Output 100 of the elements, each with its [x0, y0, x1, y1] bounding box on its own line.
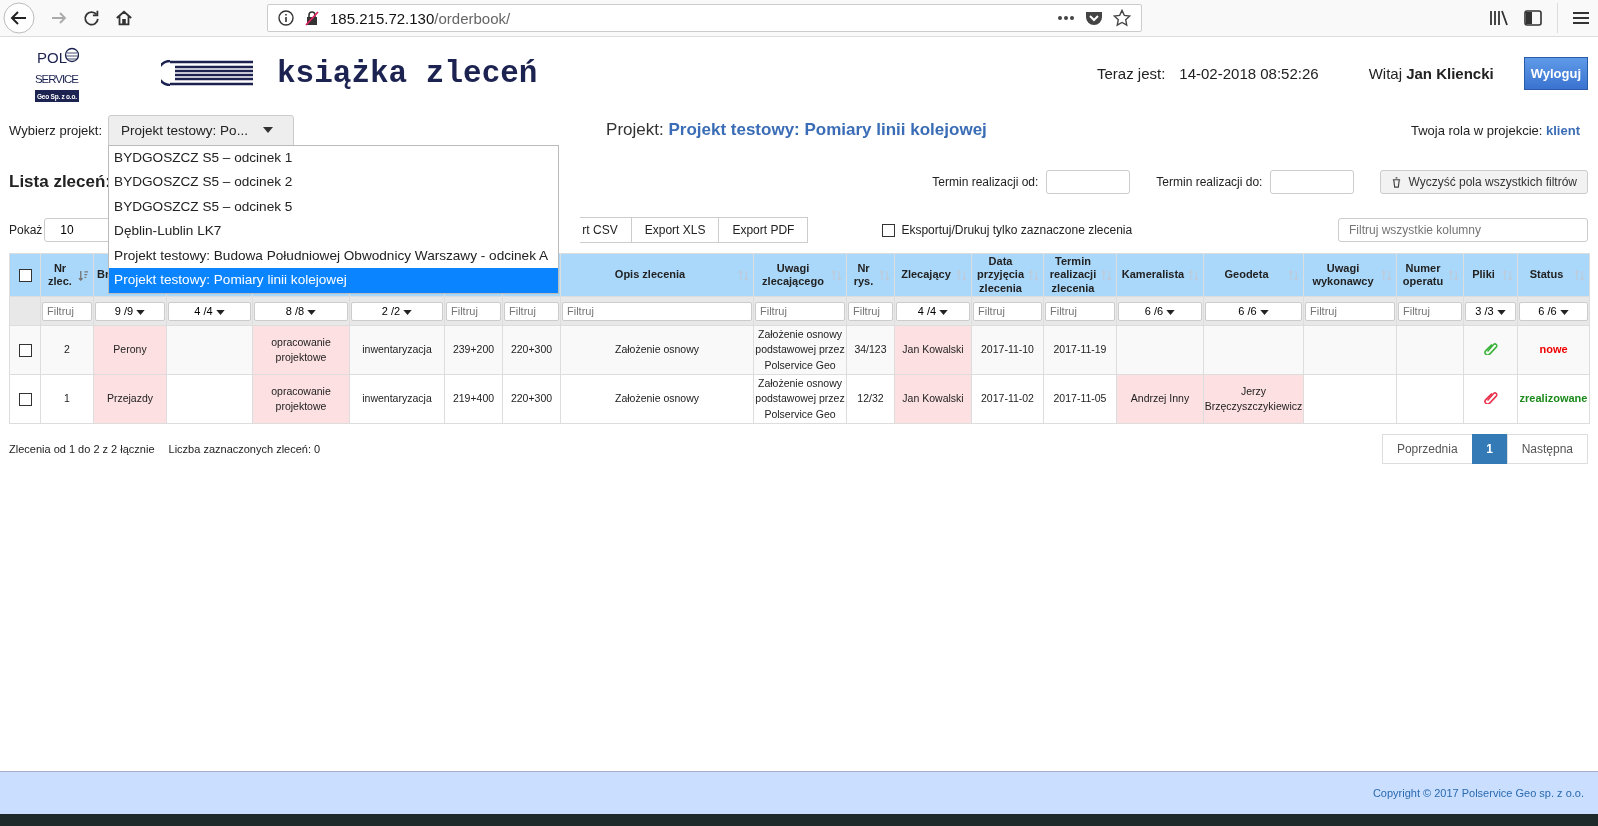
column-filter-select[interactable]: 6 /6	[1118, 301, 1202, 321]
table-cell: Andrzej Inny	[1116, 374, 1204, 424]
sidebar-icon[interactable]	[1523, 9, 1543, 27]
project-title: Projekt: Projekt testowy: Pomiary linii kolejowej	[606, 120, 987, 140]
table-cell: inwentaryzacja	[349, 374, 445, 424]
column-filter-select[interactable]: 6 /6	[1519, 301, 1588, 321]
table-cell: 12/32	[846, 374, 895, 424]
caret-icon	[136, 310, 146, 315]
table-cell: opracowanie projektowe	[252, 325, 350, 375]
caret-icon	[307, 310, 317, 315]
menu-icon[interactable]	[1572, 10, 1590, 26]
column-filter-field[interactable]: Filtruj	[562, 301, 752, 321]
column-header[interactable]: Opis zlecenia	[560, 253, 754, 297]
export-selected-checkbox[interactable]	[882, 223, 896, 237]
url-text: 185.215.72.130/orderbook/	[330, 9, 511, 27]
project-option[interactable]: Projekt testowy: Budowa Południowej Obwodnicy Warszawy - odcinek A	[109, 243, 559, 268]
sort-desc-icon[interactable]	[78, 269, 89, 281]
column-header[interactable]: Nr rys.	[846, 253, 895, 297]
table-cell: 219+400	[444, 374, 503, 424]
table-cell: 1	[40, 374, 94, 424]
app-title: książka zleceń	[277, 55, 538, 91]
column-filter-field[interactable]: Filtruj	[848, 301, 893, 321]
export-button[interactable]: rt CSV	[580, 217, 632, 243]
column-filter-field[interactable]: Filtruj	[755, 301, 845, 321]
table-cell: Jerzy Brzęczyszczykiewicz	[1203, 374, 1304, 424]
table-cell: 2	[40, 325, 94, 375]
column-header[interactable]: Zlecający	[894, 253, 972, 297]
column-filter-select[interactable]: 2 /2	[351, 301, 443, 321]
address-bar[interactable]: 185.215.72.130/orderbook/	[267, 4, 1142, 32]
project-select[interactable]: Projekt testowy: Po...	[108, 114, 295, 146]
table-cell: 2017-11-19	[1043, 325, 1117, 375]
column-header[interactable]: Geodeta	[1203, 253, 1304, 297]
column-filter-field[interactable]: Filtruj	[42, 301, 92, 321]
project-option[interactable]: BYDGOSZCZ S5 – odcinek 5	[109, 194, 559, 219]
date-filter-label: Termin realizacji do:	[1156, 175, 1263, 189]
project-option[interactable]: BYDGOSZCZ S5 – odcinek 1	[109, 145, 559, 170]
column-header[interactable]: Uwagi wykonawcy	[1303, 253, 1397, 297]
library-icon[interactable]	[1489, 9, 1509, 27]
select-all-checkbox[interactable]	[18, 268, 32, 282]
info-icon[interactable]	[278, 10, 294, 26]
table-cell: Założenie osnowy podstawowej przez Polservice Geo	[753, 325, 847, 375]
column-header[interactable]: Pliki	[1463, 253, 1518, 297]
back-icon[interactable]	[3, 2, 35, 34]
insecure-lock-icon[interactable]	[304, 10, 320, 26]
column-filter-field[interactable]: Filtruj	[504, 301, 559, 321]
page-length-label: Pokaż	[9, 223, 43, 237]
column-filter-select[interactable]: 6 /6	[1205, 301, 1302, 321]
column-filter-select[interactable]: 8 /8	[254, 301, 348, 321]
column-filter-select[interactable]: 4 /4	[168, 301, 251, 321]
column-filter-select[interactable]: 4 /4	[896, 301, 970, 321]
column-filter-select[interactable]: 3 /3	[1465, 301, 1516, 321]
column-filter-field[interactable]: Filtruj	[446, 301, 501, 321]
export-selected-label: Eksportuj/Drukuj tylko zaznaczone zlecenia	[901, 223, 1133, 237]
row-checkbox[interactable]	[18, 344, 32, 358]
export-button[interactable]: Export XLS	[630, 217, 720, 243]
column-filter-select[interactable]: 9 /9	[95, 301, 165, 321]
star-icon[interactable]	[1113, 9, 1131, 27]
welcome-text: Witaj Jan Kliencki	[1368, 64, 1494, 82]
column-header[interactable]: Uwagi zlecającego	[753, 253, 847, 297]
table-cell: 2017-11-10	[971, 325, 1044, 375]
logout-button[interactable]: Wyloguj	[1523, 56, 1588, 90]
export-button[interactable]: Export PDF	[718, 217, 809, 243]
pocket-icon[interactable]	[1085, 10, 1103, 26]
date-field[interactable]	[1270, 170, 1355, 194]
table-cell: Założenie osnowy podstawowej przez Polservice Geo	[753, 374, 847, 424]
column-filter-field[interactable]: Filtruj	[1305, 301, 1395, 321]
table-cell: nowe	[1517, 325, 1590, 375]
paperclip-icon[interactable]	[1483, 389, 1498, 404]
column-header[interactable]: Numer operatu	[1396, 253, 1464, 297]
table-cell: Założenie osnowy	[560, 325, 754, 375]
project-role: Twoja rola w projekcie: klient	[1410, 122, 1580, 138]
caret-icon	[403, 310, 413, 315]
date-field[interactable]	[1046, 170, 1131, 194]
column-header[interactable]: Nr zlec.	[40, 253, 94, 297]
date-filter-label: Termin realizacji od:	[932, 175, 1039, 189]
more-icon[interactable]	[1057, 15, 1075, 21]
book-icon	[161, 60, 253, 86]
column-filter-field[interactable]: Filtruj	[1045, 301, 1115, 321]
column-header[interactable]: Kameralista	[1116, 253, 1204, 297]
table-cell: 34/123	[846, 325, 895, 375]
column-header[interactable]: Status	[1517, 253, 1590, 297]
table-cell: Przejazdy	[93, 374, 167, 424]
global-filter-field[interactable]: Filtruj wszystkie kolumny	[1338, 218, 1588, 242]
row-checkbox[interactable]	[18, 393, 32, 407]
project-option[interactable]: Projekt testowy: Pomiary linii kolejowej	[109, 268, 559, 293]
column-header[interactable]: Termin realizacji zlecenia	[1043, 253, 1117, 297]
clear-filters-button[interactable]: Wyczyść pola wszystkich filtrów	[1380, 170, 1588, 194]
column-header[interactable]: Data przyjęcia zlecenia	[971, 253, 1044, 297]
project-option[interactable]: BYDGOSZCZ S5 – odcinek 2	[109, 170, 559, 195]
home-icon[interactable]	[115, 9, 133, 27]
page-button[interactable]: 1	[1471, 434, 1508, 464]
pagination-button[interactable]: Następna	[1506, 434, 1588, 464]
column-filter-field[interactable]: Filtruj	[1398, 301, 1462, 321]
reload-icon[interactable]	[83, 9, 101, 27]
pagination-button[interactable]: Poprzednia	[1381, 434, 1473, 464]
paperclip-icon[interactable]	[1483, 340, 1498, 355]
copyright-text: Copyright © 2017 Polservice Geo sp. z o.o.	[1372, 787, 1584, 799]
clock-value: 14-02-2018 08:52:26	[1179, 64, 1319, 82]
caret-icon	[1259, 310, 1269, 315]
column-filter-field[interactable]: Filtruj	[973, 301, 1042, 321]
